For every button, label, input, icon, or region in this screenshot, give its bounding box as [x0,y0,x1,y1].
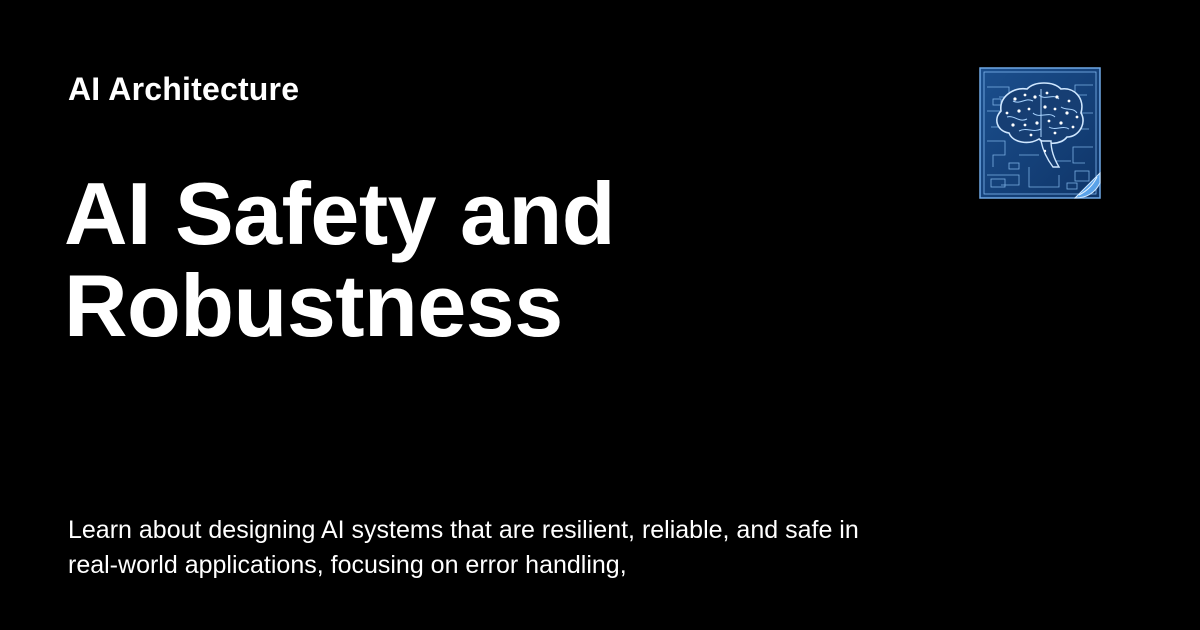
social-card: AI Architecture AI Safety and Robustness… [0,0,1200,630]
article-description: Learn about designing AI systems that ar… [68,516,859,579]
page-title: AI Safety and Robustness [64,164,615,355]
brain-blueprint-icon [979,67,1103,201]
site-name: AI Architecture [68,71,300,107]
